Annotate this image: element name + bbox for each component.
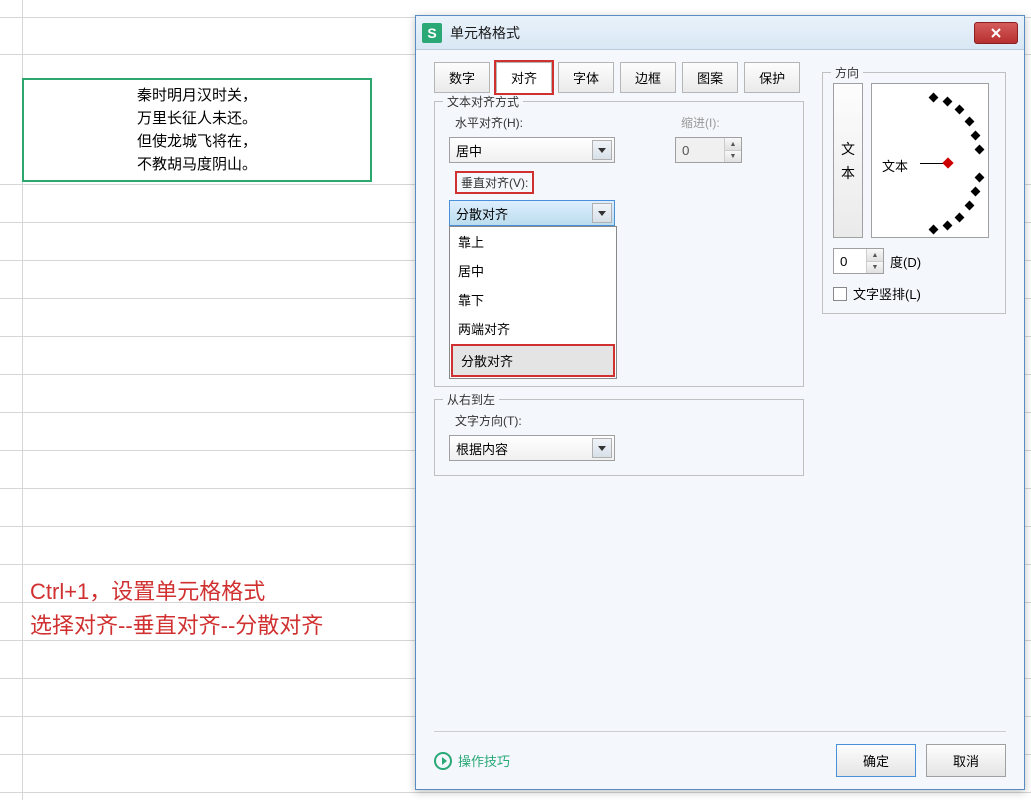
halign-label: 水平对齐(H): — [455, 114, 615, 131]
dialog-title: 单元格格式 — [450, 23, 974, 43]
valign-option-bottom[interactable]: 靠下 — [450, 285, 616, 314]
tab-protection[interactable]: 保护 — [744, 62, 800, 93]
cell-poem: 秦时明月汉时关， 万里长征人未还。 但使龙城飞将在， 不教胡马度阴山。 — [137, 84, 257, 177]
valign-option-top[interactable]: 靠上 — [450, 227, 616, 256]
vertical-text-button[interactable]: 文 本 — [833, 83, 863, 238]
dialog-titlebar[interactable]: S 单元格格式 — [416, 16, 1024, 50]
tab-pattern[interactable]: 图案 — [682, 62, 738, 93]
valign-option-justify[interactable]: 两端对齐 — [450, 314, 616, 343]
indent-input — [676, 138, 724, 162]
chevron-down-icon — [592, 438, 612, 458]
indent-label: 缩进(I): — [681, 114, 742, 131]
ok-button[interactable]: 确定 — [836, 744, 916, 777]
text-alignment-group: 文本对齐方式 水平对齐(H): 居中 缩进(I): ▲▼ — [434, 101, 804, 387]
valign-select[interactable]: 分散对齐 靠上 居中 靠下 两端对齐 分散对齐 — [449, 200, 615, 226]
text-direction-select[interactable]: 根据内容 — [449, 435, 615, 461]
rtl-group: 从右到左 文字方向(T): 根据内容 — [434, 399, 804, 476]
tab-number[interactable]: 数字 — [434, 62, 490, 93]
selected-cell: 秦时明月汉时关， 万里长征人未还。 但使龙城飞将在， 不教胡马度阴山。 — [22, 78, 372, 182]
valign-label: 垂直对齐(V): — [455, 171, 534, 194]
text-alignment-legend: 文本对齐方式 — [443, 93, 523, 110]
valign-dropdown: 靠上 居中 靠下 两端对齐 分散对齐 — [449, 226, 617, 379]
valign-option-center[interactable]: 居中 — [450, 256, 616, 285]
degree-input[interactable] — [834, 249, 866, 273]
text-direction-label: 文字方向(T): — [455, 412, 789, 429]
play-icon — [434, 752, 452, 770]
app-icon: S — [422, 23, 442, 43]
tab-font[interactable]: 字体 — [558, 62, 614, 93]
close-icon — [990, 27, 1002, 39]
tab-border[interactable]: 边框 — [620, 62, 676, 93]
valign-option-distributed[interactable]: 分散对齐 — [451, 344, 615, 377]
direction-legend: 方向 — [831, 64, 863, 81]
chevron-down-icon — [592, 203, 612, 223]
direction-group: 方向 文 本 文本 — [822, 72, 1006, 314]
halign-select[interactable]: 居中 — [449, 137, 615, 163]
close-button[interactable] — [974, 22, 1018, 44]
annotation-text: Ctrl+1，设置单元格格式 选择对齐--垂直对齐--分散对齐 — [30, 575, 323, 643]
dial-handle — [942, 157, 953, 168]
tips-link[interactable]: 操作技巧 — [434, 751, 510, 770]
chevron-down-icon — [592, 140, 612, 160]
orientation-dial[interactable]: 文本 — [871, 83, 989, 238]
checkbox-icon — [833, 287, 847, 301]
cell-format-dialog: S 单元格格式 数字 对齐 字体 边框 图案 保护 文本对齐方式 水平对齐(H)… — [415, 15, 1025, 790]
degree-label: 度(D) — [890, 252, 921, 271]
cancel-button[interactable]: 取消 — [926, 744, 1006, 777]
indent-stepper: ▲▼ — [675, 137, 742, 163]
rtl-legend: 从右到左 — [443, 391, 499, 408]
vertical-text-checkbox[interactable]: 文字竖排(L) — [833, 284, 995, 303]
tab-alignment[interactable]: 对齐 — [496, 62, 552, 93]
degree-stepper[interactable]: ▲▼ — [833, 248, 884, 274]
